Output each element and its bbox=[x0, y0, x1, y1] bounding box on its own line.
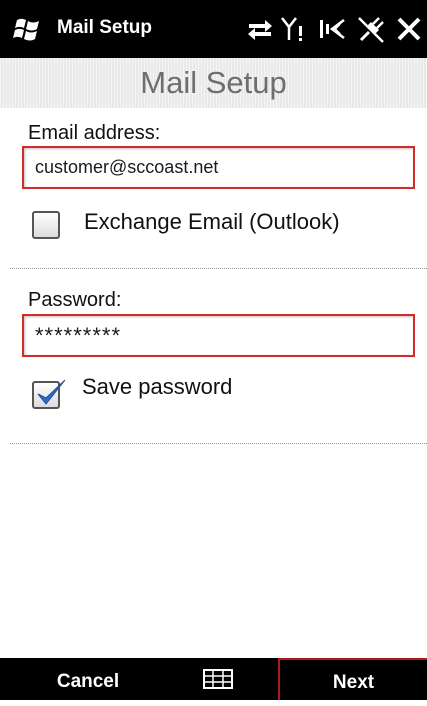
connection-icon[interactable] bbox=[355, 14, 387, 44]
page-title: Mail Setup bbox=[140, 65, 287, 100]
checkmark-icon bbox=[37, 379, 66, 405]
password-field[interactable] bbox=[22, 314, 415, 357]
keyboard-icon[interactable] bbox=[203, 669, 233, 689]
data-sync-icon[interactable] bbox=[246, 14, 274, 44]
exchange-email-option[interactable]: Exchange Email (Outlook) bbox=[32, 208, 392, 240]
signal-icon[interactable] bbox=[279, 14, 307, 44]
close-icon[interactable] bbox=[396, 14, 422, 44]
email-field[interactable] bbox=[22, 146, 415, 189]
next-button[interactable]: Next bbox=[278, 658, 427, 700]
section-divider bbox=[10, 268, 427, 269]
exchange-email-checkbox[interactable] bbox=[32, 211, 60, 239]
save-password-label: Save password bbox=[82, 374, 233, 399]
volume-icon[interactable] bbox=[317, 14, 347, 44]
status-title: Mail Setup bbox=[57, 17, 153, 38]
softkey-bar: Cancel Next bbox=[0, 658, 427, 700]
windows-logo-icon[interactable] bbox=[12, 16, 42, 42]
exchange-email-label: Exchange Email (Outlook) bbox=[84, 209, 340, 234]
save-password-option[interactable]: Save password bbox=[32, 373, 292, 409]
password-label: Password: bbox=[28, 289, 122, 311]
section-divider bbox=[10, 443, 427, 444]
status-bar: Mail Setup bbox=[0, 0, 427, 58]
page-header: Mail Setup bbox=[0, 58, 427, 108]
email-label: Email address: bbox=[28, 122, 161, 144]
cancel-button[interactable]: Cancel bbox=[0, 658, 176, 700]
